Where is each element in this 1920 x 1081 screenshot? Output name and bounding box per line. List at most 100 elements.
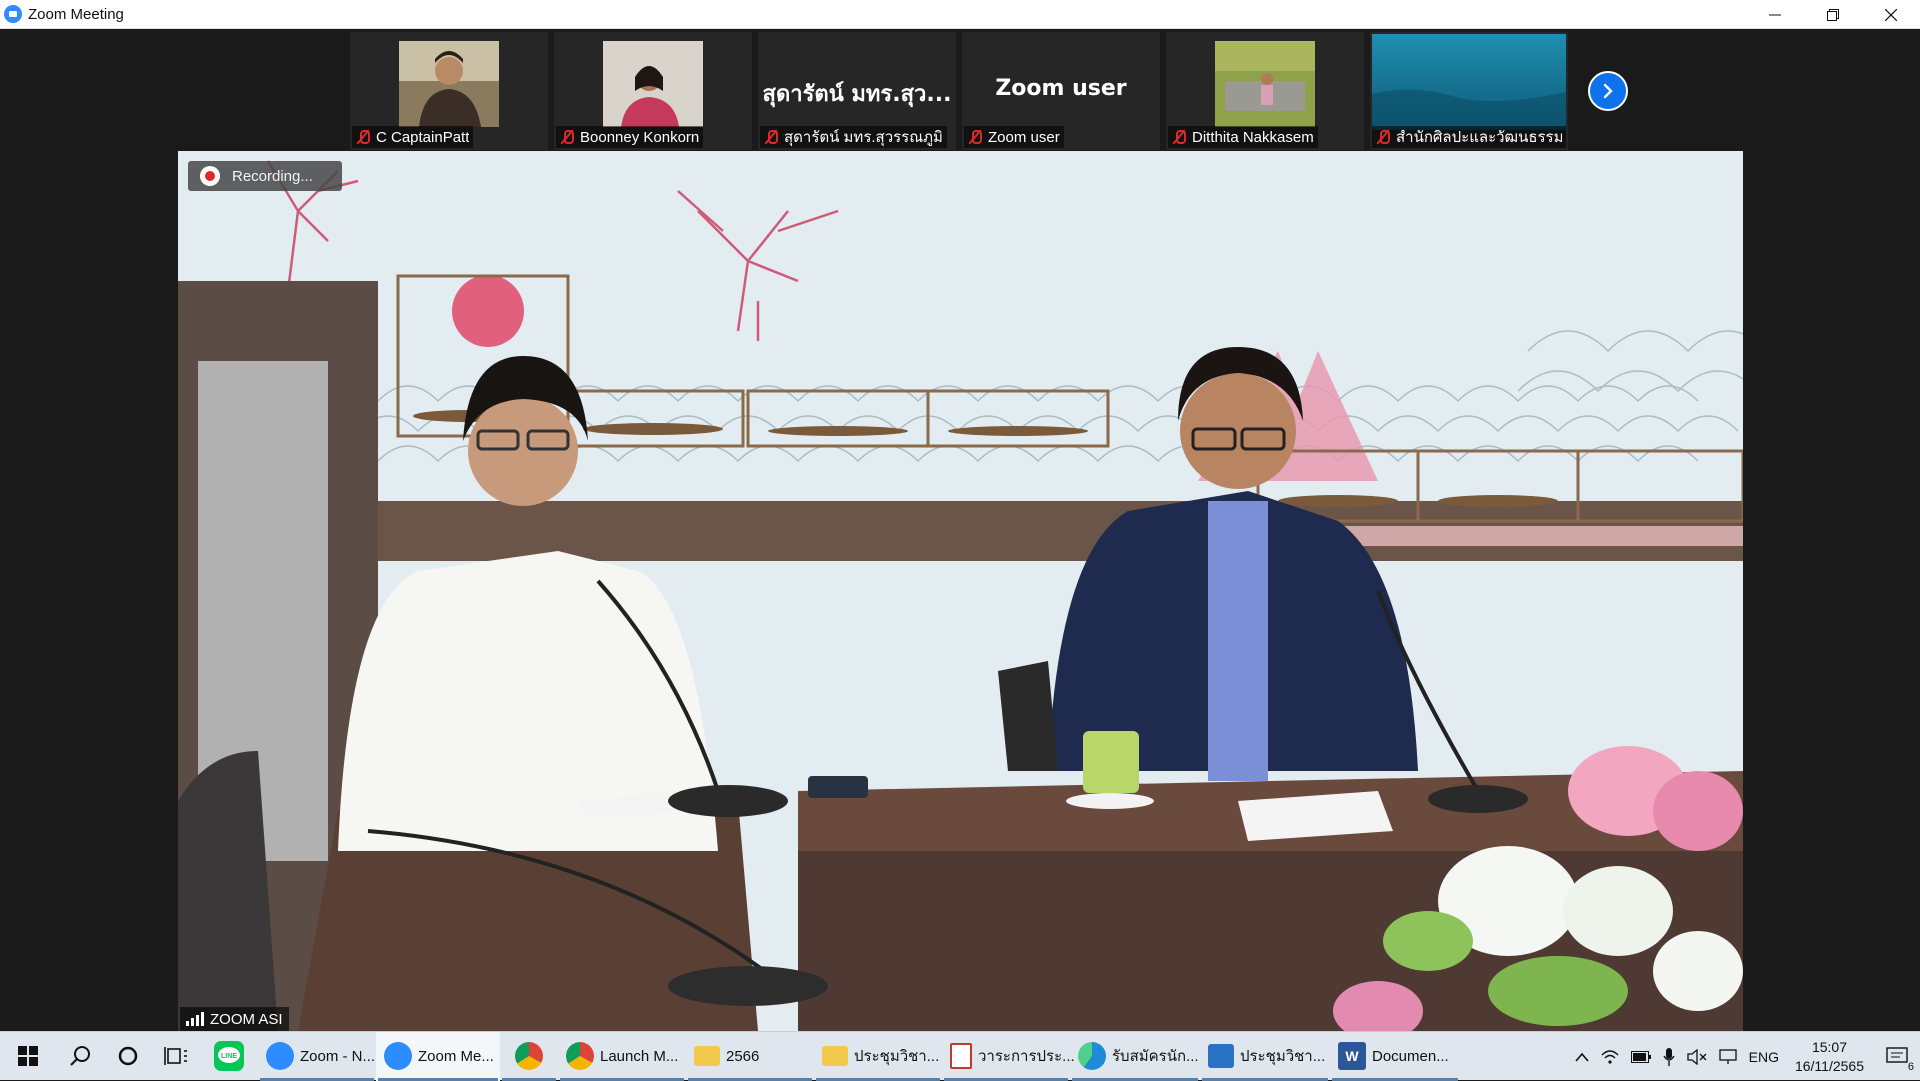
pdf-icon [950, 1043, 972, 1069]
wifi-icon [1601, 1049, 1619, 1064]
taskbar-app-edge[interactable]: รับสมัครนัก... [1070, 1032, 1200, 1081]
chrome-icon [515, 1042, 543, 1070]
taskbar-open-indicator [560, 1077, 684, 1081]
chevron-up-icon [1575, 1052, 1589, 1062]
participant-display-name: สุดารัตน์ มทร.สุว... [762, 82, 952, 107]
taskbar-app-label: Zoom - N... [300, 1047, 376, 1065]
participant-tile[interactable]: Ditthita Nakkasem [1166, 32, 1364, 150]
participant-tile[interactable]: Boonney Konkorn [554, 32, 752, 150]
task-view-icon [164, 1047, 187, 1065]
participant-name: สำนักศิลปะและวัฒนธรรม ... [1396, 129, 1562, 146]
participant-name: สุดารัตน์ มทร.สุวรรณภูมิ [784, 129, 943, 146]
input-language[interactable]: ENG [1743, 1032, 1785, 1081]
participant-name: Ditthita Nakkasem [1192, 128, 1314, 146]
taskbar-open-indicator [502, 1077, 556, 1081]
muted-mic-icon [560, 129, 574, 145]
search-button[interactable] [56, 1032, 104, 1081]
notifications-button[interactable]: 6 [1874, 1032, 1920, 1081]
line-icon: LINE [214, 1041, 244, 1071]
participant-video [399, 41, 499, 127]
zoom-app-icon [4, 5, 22, 23]
restore-icon [1827, 8, 1839, 21]
notification-icon [1886, 1046, 1908, 1063]
participant-tile[interactable]: สำนักศิลปะและวัฒนธรรม ... [1370, 32, 1568, 150]
taskbar-app-chrome[interactable] [500, 1032, 558, 1081]
participant-video [1215, 41, 1315, 127]
participant-video [603, 41, 703, 127]
clock-date: 16/11/2565 [1794, 1057, 1864, 1074]
participant-namebar: สำนักศิลปะและวัฒนธรรม ... [1372, 126, 1566, 148]
speaker-namebar: ZOOM ASI [180, 1007, 289, 1031]
taskbar-app-label: 2566 [726, 1047, 760, 1065]
participant-namebar: Ditthita Nakkasem [1168, 126, 1318, 148]
participant-video [1372, 34, 1566, 130]
taskbar-app-folder-2566[interactable]: 2566 [686, 1032, 814, 1081]
minimize-icon [1769, 14, 1781, 15]
chevron-right-icon [1603, 83, 1613, 99]
zoom-icon [266, 1042, 294, 1070]
windows-taskbar: LINE Zoom - N... Zoom Me... Launch M... … [0, 1031, 1920, 1081]
taskbar-open-indicator [816, 1077, 940, 1081]
start-button[interactable] [0, 1032, 56, 1081]
window-title: Zoom Meeting [28, 5, 124, 23]
participant-name: C CaptainPatt [376, 128, 470, 146]
taskbar-app-folder-meeting[interactable]: ประชุมวิชา... [814, 1032, 942, 1081]
signal-strength-icon [186, 1012, 204, 1026]
show-hidden-icons-button[interactable] [1569, 1032, 1595, 1081]
participant-namebar: สุดารัตน์ มทร.สุวรรณภูมิ [760, 126, 947, 148]
muted-mic-icon [764, 129, 778, 145]
window-controls [1746, 0, 1920, 29]
volume-muted-icon [1686, 1048, 1707, 1065]
taskbar-app-label: วาระการประ... [978, 1048, 1075, 1065]
restore-button[interactable] [1804, 0, 1862, 29]
taskbar-app-label: ประชุมวิชา... [854, 1048, 940, 1065]
window-titlebar: Zoom Meeting [0, 0, 1920, 29]
taskbar-app-label: Documen... [1372, 1047, 1449, 1065]
taskbar-app-pdf[interactable]: วาระการประ... [942, 1032, 1075, 1081]
clock-time: 15:07 [1811, 1038, 1847, 1055]
word-icon: W [1338, 1042, 1366, 1070]
meeting-room-scene [178, 151, 1743, 1031]
taskbar-open-indicator [260, 1077, 374, 1081]
muted-mic-icon [1376, 129, 1390, 145]
photos-icon [1208, 1044, 1234, 1068]
taskbar-open-indicator [1202, 1077, 1328, 1081]
line-app-button[interactable]: LINE [200, 1032, 258, 1081]
participant-tile[interactable]: Zoom user Zoom user [962, 32, 1160, 150]
taskbar-clock[interactable]: 15:07 16/11/2565 [1785, 1032, 1874, 1081]
folder-icon [694, 1046, 720, 1066]
system-tray: ENG 15:07 16/11/2565 6 [1569, 1032, 1920, 1081]
close-button[interactable] [1862, 0, 1920, 29]
participant-namebar: Zoom user [964, 126, 1064, 148]
microphone-icon [1663, 1047, 1675, 1066]
task-view-button[interactable] [152, 1032, 200, 1081]
taskbar-app-zoom-n[interactable]: Zoom - N... [258, 1032, 376, 1081]
network-button[interactable] [1595, 1032, 1625, 1081]
next-participants-button[interactable] [1588, 71, 1628, 111]
cortana-button[interactable] [104, 1032, 152, 1081]
minimize-button[interactable] [1746, 0, 1804, 29]
active-speaker-video[interactable]: Recording... ZOOM ASI [178, 151, 1743, 1031]
display-button[interactable] [1713, 1032, 1743, 1081]
taskbar-app-label: รับสมัครนัก... [1112, 1048, 1199, 1065]
battery-button[interactable] [1625, 1032, 1657, 1081]
taskbar-app-word[interactable]: W Documen... [1330, 1032, 1460, 1081]
participant-strip: C CaptainPatt Boonney Konkorn สุดารัตน์ … [350, 32, 1568, 150]
participant-tile[interactable]: สุดารัตน์ มทร.สุว... สุดารัตน์ มทร.สุวรร… [758, 32, 956, 150]
recording-indicator[interactable]: Recording... [188, 161, 342, 191]
chrome-icon [566, 1042, 594, 1070]
taskbar-app-zoom-meeting[interactable]: Zoom Me... [376, 1031, 500, 1081]
meeting-area: C CaptainPatt Boonney Konkorn สุดารัตน์ … [0, 29, 1920, 1031]
taskbar-app-photos[interactable]: ประชุมวิชา... [1200, 1032, 1330, 1081]
participant-tile[interactable]: C CaptainPatt [350, 32, 548, 150]
close-icon [1885, 8, 1897, 21]
volume-button[interactable] [1681, 1032, 1713, 1081]
muted-mic-icon [1172, 129, 1186, 145]
taskbar-app-launch[interactable]: Launch M... [558, 1032, 686, 1081]
participant-display-name: Zoom user [995, 76, 1127, 101]
microphone-button[interactable] [1657, 1032, 1681, 1081]
edge-icon [1078, 1042, 1106, 1070]
muted-mic-icon [968, 129, 982, 145]
windows-icon [18, 1046, 38, 1066]
taskbar-app-label: Launch M... [600, 1047, 679, 1065]
